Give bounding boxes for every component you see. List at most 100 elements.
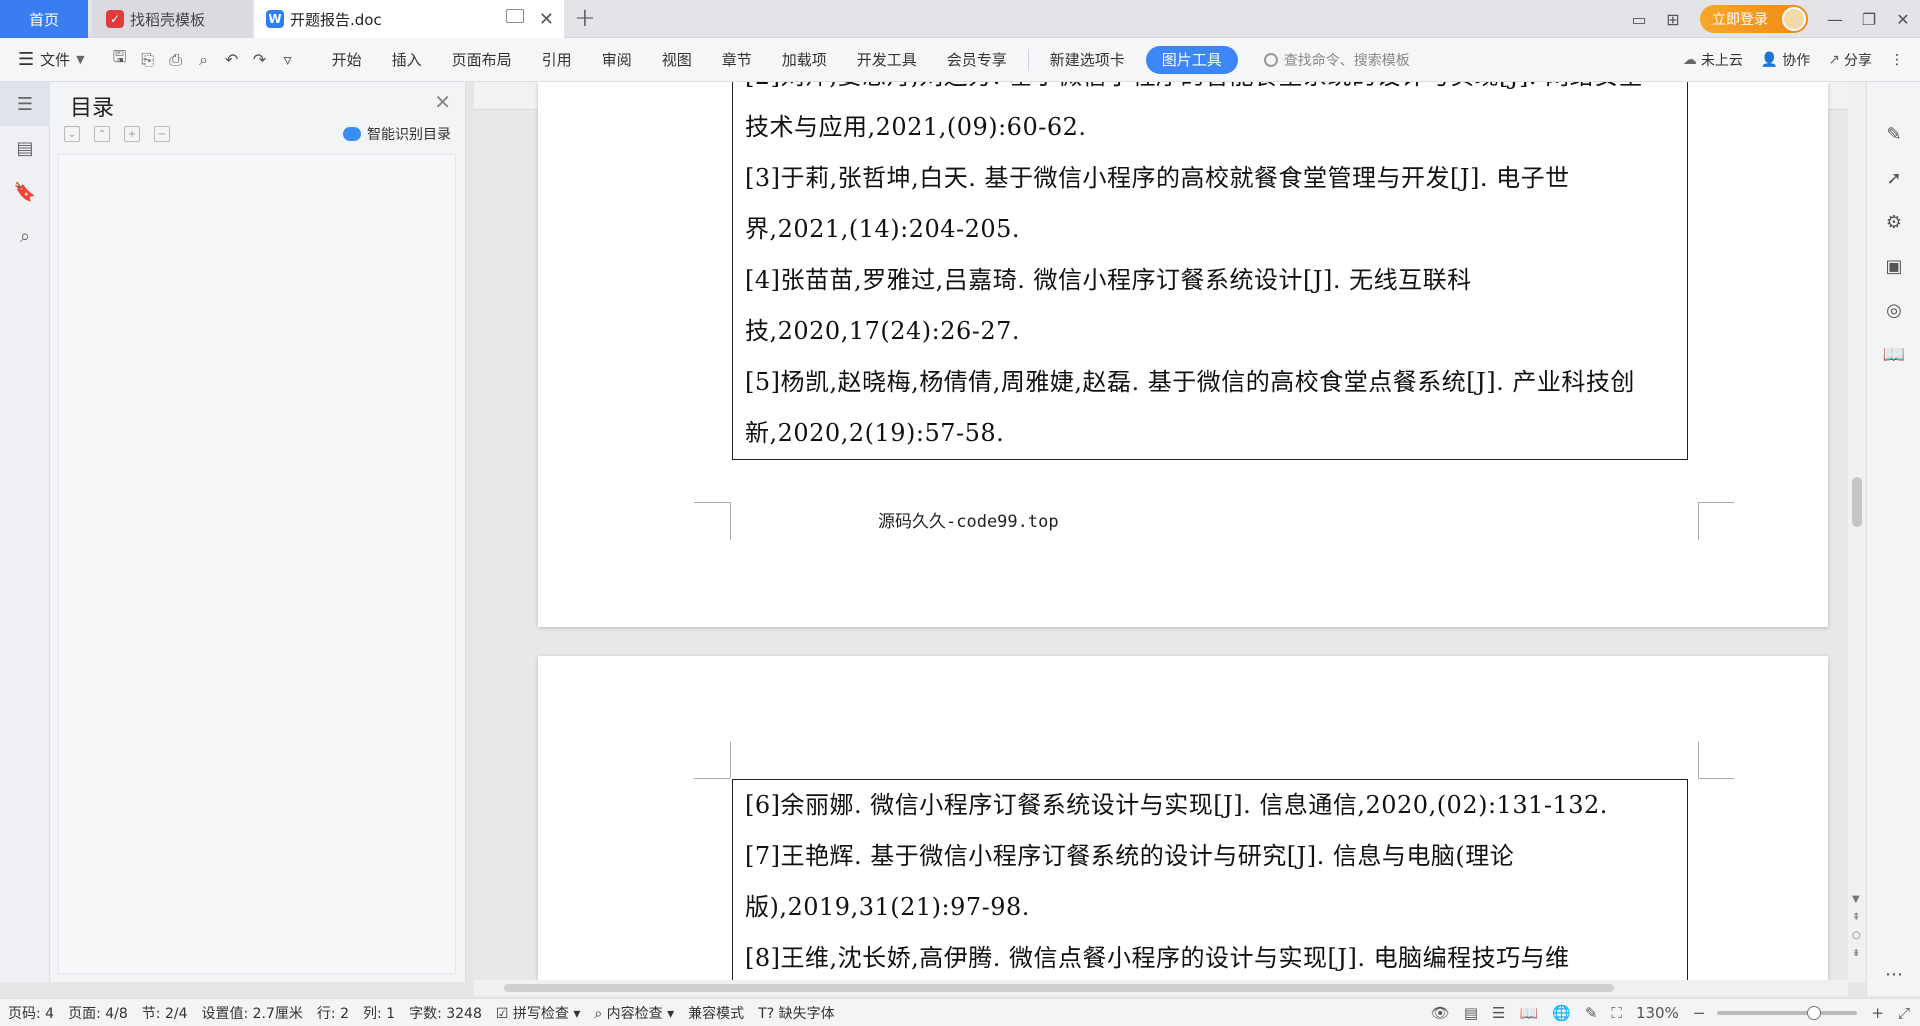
crop-mark [694,778,730,779]
ribbon-tab-references[interactable]: 引用 [527,38,587,82]
find-icon[interactable]: ⌕ [0,214,50,258]
redo-icon[interactable]: ↷ [247,47,273,73]
missing-font-button[interactable]: T? 缺失字体 [758,1003,834,1023]
expand-all-icon[interactable]: ⌄ [64,126,80,142]
fullscreen-icon[interactable]: ⤢ [1898,1004,1910,1022]
tab-template-label: 找稻壳模板 [130,10,206,29]
collapse-all-icon[interactable]: ⌃ [94,126,110,142]
chapter-nav-icon[interactable]: ▤ [0,126,50,170]
reference-line: 新,2020,2(19):57-58. [745,419,1005,447]
toolbar-divider [1027,48,1029,71]
prev-page-icon[interactable]: ⇞ [1852,912,1860,923]
print-icon[interactable]: ⎙ [163,47,189,73]
ribbon-tab-member[interactable]: 会员专享 [932,38,1022,82]
file-menu-button[interactable]: ☰ 文件 ▼ [0,49,85,70]
ribbon-tab-review[interactable]: 审阅 [587,38,647,82]
layout-icon[interactable]: ▭ [1622,0,1656,38]
crop-mark [730,742,731,778]
print-preview-icon[interactable]: ⌕ [191,47,217,73]
tab-document-label: 开题报告.doc [290,10,382,29]
remove-heading-icon[interactable]: − [154,126,170,142]
grid-apps-icon[interactable]: ⊞ [1656,0,1690,38]
sliders-icon[interactable]: ⚙ [1867,200,1920,244]
ribbon-tab-addins[interactable]: 加载项 [767,38,842,82]
scroll-thumb[interactable] [1852,477,1862,527]
status-setting: 设置值: 2.7厘米 [201,1005,303,1022]
undo-icon[interactable]: ↶ [219,47,245,73]
more-quick-icon[interactable]: ▿ [275,47,301,73]
next-page-icon[interactable]: ⇟ [1852,948,1860,959]
zoom-level[interactable]: 130% [1636,1004,1679,1022]
tab-template[interactable]: ✓ 找稻壳模板 [92,0,252,38]
reference-table[interactable]: [6]余丽娜. 微信小程序订餐系统设计与实现[J]. 信息通信,2020,(02… [732,779,1688,982]
effects-icon[interactable]: ◎ [1867,288,1920,332]
eye-protect-icon[interactable]: 👁 [1431,1004,1450,1022]
ribbon-tab-picture-tools[interactable]: 图片工具 [1145,45,1238,74]
ribbon-tab-new[interactable]: 新建选项卡 [1035,38,1140,82]
reference-line: 版),2019,31(21):97-98. [745,893,1030,921]
scroll-down-icon[interactable]: ▼ [1852,894,1860,905]
ribbon-tab-section[interactable]: 章节 [707,38,767,82]
toc-nav-icon[interactable]: ☰ [0,82,50,126]
reference-table[interactable]: [2]刘萍,姜思丹,刘运芳. 基于微信小程序的智能食堂系统的设计与实现[J]. … [732,82,1688,460]
zoom-knob[interactable] [1807,1006,1822,1020]
restore-icon[interactable]: ❐ [1852,0,1886,38]
zoom-in-icon[interactable]: + [1871,1004,1884,1022]
reference-line: [5]杨凯,赵晓梅,杨倩倩,周雅婕,赵磊. 基于微信的高校食堂点餐系统[J]. … [745,368,1635,396]
reference-line: [2]刘萍,姜思丹,刘运芳. 基于微信小程序的智能食堂系统的设计与实现[J]. … [745,82,1675,102]
close-window-icon[interactable]: ✕ [1886,0,1920,38]
collab-button[interactable]: 👤 协作 [1761,50,1810,70]
status-col: 列: 1 [363,1005,396,1022]
web-view-icon[interactable]: 🌐 [1552,1004,1571,1022]
smart-toc-button[interactable]: 智能识别目录 [343,124,451,144]
minimize-icon[interactable]: — [1818,0,1852,38]
vertical-scrollbar[interactable]: ▼ ⇞ ○ ⇟ [1848,82,1866,982]
compat-mode: 兼容模式 [688,1005,745,1022]
save-icon[interactable]: 🖫 [107,47,133,73]
more-options-icon[interactable]: ⋮ [1890,52,1904,68]
zoom-slider[interactable] [1717,1006,1858,1020]
fit-page-icon[interactable]: ⛶ [1611,1004,1622,1022]
read-view-icon[interactable]: 📖 [1519,1004,1538,1022]
cloud-status-button[interactable]: ☁ 未上云 [1683,50,1743,70]
docer-logo-icon: ✓ [106,10,124,28]
bookmark-icon[interactable]: 🔖 [0,170,50,214]
select-browse-icon[interactable]: ○ [1852,930,1861,941]
content-check-button[interactable]: ⌕ 内容检查 ▾ [594,1003,674,1023]
more-icon[interactable]: ⋯ [1867,952,1920,996]
check-icon: ☑ [495,1005,509,1022]
outline-view-icon[interactable]: ☰ [1492,1004,1505,1022]
document-canvas[interactable]: 7654321123456789101112131415161718192021… [474,82,1866,982]
command-search[interactable]: 查找命令、搜索模板 [1263,50,1410,70]
ribbon-tab-insert[interactable]: 插入 [377,38,437,82]
ribbon-tab-developer[interactable]: 开发工具 [842,38,932,82]
share-button[interactable]: ↗ 分享 [1828,50,1872,70]
status-word-count[interactable]: 字数: 3248 [409,1003,482,1023]
pen-icon[interactable]: ✎ [1867,112,1920,156]
page-view-icon[interactable]: ▤ [1464,1004,1478,1022]
image-edit-icon[interactable]: ▣ [1867,244,1920,288]
add-heading-icon[interactable]: + [124,126,140,142]
horizontal-scrollbar[interactable] [474,980,1848,996]
write-view-icon[interactable]: ✎ [1585,1004,1598,1022]
login-button[interactable]: 立即登录 [1700,5,1808,33]
scroll-thumb[interactable] [504,984,1614,992]
zoom-out-icon[interactable]: − [1693,1004,1706,1022]
content-check-label: 内容检查 [606,1005,663,1022]
close-icon[interactable]: ✕ [434,90,451,114]
right-tool-rail: ✎ ➚ ⚙ ▣ ◎ 📖 ⋯ [1866,82,1920,996]
export-pdf-icon[interactable]: ⎘ [135,47,161,73]
cursor-icon[interactable]: ➚ [1867,156,1920,200]
detach-window-icon[interactable] [506,9,524,23]
reader-icon[interactable]: 📖 [1867,332,1920,376]
close-tab-icon[interactable]: ✕ [539,9,554,30]
ribbon-tab-view[interactable]: 视图 [647,38,707,82]
ribbon-tab-layout[interactable]: 页面布局 [437,38,527,82]
status-page[interactable]: 页面: 4/8 [68,1003,128,1023]
avatar [1782,7,1806,31]
new-tab-button[interactable]: + [574,3,596,33]
tab-document[interactable]: W 开题报告.doc ✕ [254,0,564,38]
tab-home[interactable]: 首页 [0,0,88,38]
spell-check-button[interactable]: ☑ 拼写检查 ▾ [496,1003,581,1023]
ribbon-tab-home[interactable]: 开始 [317,38,377,82]
